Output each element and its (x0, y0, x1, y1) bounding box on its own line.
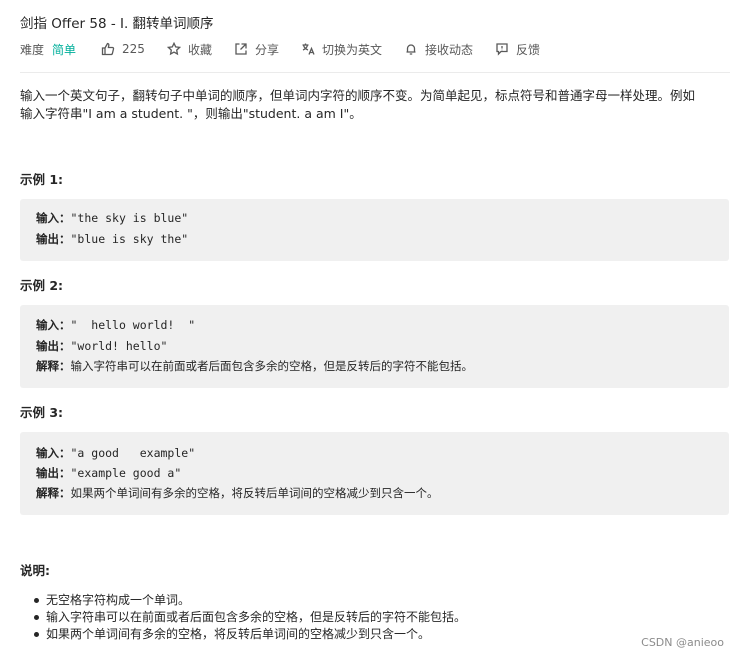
favorite-label: 收藏 (187, 42, 212, 57)
input-value: "the sky is blue" (70, 211, 189, 225)
example-output-line: 输出："example good a" (36, 465, 181, 481)
list-item: 如果两个单词间有多余的空格，将反转后单词间的空格减少到只含一个。 (34, 626, 466, 643)
example-output-line: 输出："blue is sky the" (36, 231, 188, 247)
input-value: "a good example" (70, 446, 196, 460)
example-input-line: 输入："a good example" (36, 445, 195, 461)
output-value: "example good a" (70, 466, 182, 480)
example-output-line: 输出："world! hello" (36, 338, 167, 354)
example-explain-line: 解释：输入字符串可以在前面或者后面包含多余的空格，但是反转后的字符不能包括。 (36, 358, 473, 374)
description-line: 输入一个英文句子，翻转句子中单词的顺序，但单词内字符的顺序不变。为简单起见，标点… (20, 88, 696, 103)
output-label: 输出： (36, 339, 71, 353)
example-code-block: 输入：" hello world! " 输出："world! hello" 解释… (20, 305, 729, 388)
example-heading: 示例 2: (20, 278, 64, 293)
input-label: 输入： (36, 318, 71, 332)
bullet-icon (34, 615, 39, 620)
bullet-icon (34, 598, 39, 603)
feedback-icon (496, 43, 508, 56)
example-input-line: 输入："the sky is blue" (36, 210, 188, 226)
explain-label: 解释： (36, 486, 71, 500)
output-label: 输出： (36, 232, 71, 246)
share-button[interactable]: 分享 (234, 41, 279, 58)
example-input-line: 输入：" hello world! " (36, 317, 195, 333)
notes-heading: 说明: (20, 563, 50, 578)
difficulty-badge: 简单 (52, 42, 77, 57)
share-label: 分享 (254, 42, 279, 57)
like-count: 225 (122, 42, 145, 56)
explain-value: 如果两个单词间有多余的空格，将反转后单词间的空格减少到只含一个。 (70, 486, 439, 500)
like-button[interactable]: 225 (101, 42, 145, 56)
notes-list: 无空格字符构成一个单词。 输入字符串可以在前面或者后面包含多余的空格，但是反转后… (34, 592, 466, 643)
input-label: 输入： (36, 211, 71, 225)
input-label: 输入： (36, 446, 71, 460)
example-explain-line: 解释：如果两个单词间有多余的空格，将反转后单词间的空格减少到只含一个。 (36, 485, 439, 501)
output-value: "blue is sky the" (70, 232, 189, 246)
share-icon (235, 43, 247, 55)
bullet-icon (34, 632, 39, 637)
example-heading: 示例 1: (20, 172, 64, 187)
bell-icon (406, 44, 416, 55)
difficulty-label: 难度 (20, 42, 45, 57)
input-value: " hello world! " (70, 318, 196, 332)
subscribe-label: 接收动态 (424, 42, 473, 57)
example-heading: 示例 3: (20, 405, 64, 420)
feedback-label: 反馈 (516, 42, 541, 57)
watermark: CSDN @anieoo (641, 636, 724, 649)
output-label: 输出： (36, 466, 71, 480)
header-divider (20, 72, 730, 73)
example-code-block: 输入："a good example" 输出："example good a" … (20, 432, 729, 515)
problem-title: 剑指 Offer 58 - I. 翻转单词顺序 (20, 16, 214, 32)
problem-meta-bar: 难度 简单 225 收藏 分享 切换为英文 接收动态 反馈 (20, 40, 562, 58)
description-line: 输入字符串"I am a student. "，则输出"student. a a… (20, 106, 362, 121)
translate-icon (302, 43, 315, 55)
list-item: 输入字符串可以在前面或者后面包含多余的空格，但是反转后的字符不能包括。 (34, 609, 466, 626)
thumbs-up-icon (101, 42, 115, 56)
translate-label: 切换为英文 (321, 42, 382, 57)
explain-value: 输入字符串可以在前面或者后面包含多余的空格，但是反转后的字符不能包括。 (70, 359, 474, 373)
explain-label: 解释： (36, 359, 71, 373)
output-value: "world! hello" (70, 339, 168, 353)
star-icon (166, 42, 181, 56)
favorite-button[interactable]: 收藏 (166, 41, 212, 58)
list-item: 无空格字符构成一个单词。 (34, 592, 466, 609)
problem-description: 输入一个英文句子，翻转句子中单词的顺序，但单词内字符的顺序不变。为简单起见，标点… (20, 87, 728, 123)
translate-button[interactable]: 切换为英文 (301, 41, 382, 58)
subscribe-button[interactable]: 接收动态 (404, 41, 473, 58)
example-code-block: 输入："the sky is blue" 输出："blue is sky the… (20, 199, 729, 261)
feedback-button[interactable]: 反馈 (495, 41, 540, 58)
